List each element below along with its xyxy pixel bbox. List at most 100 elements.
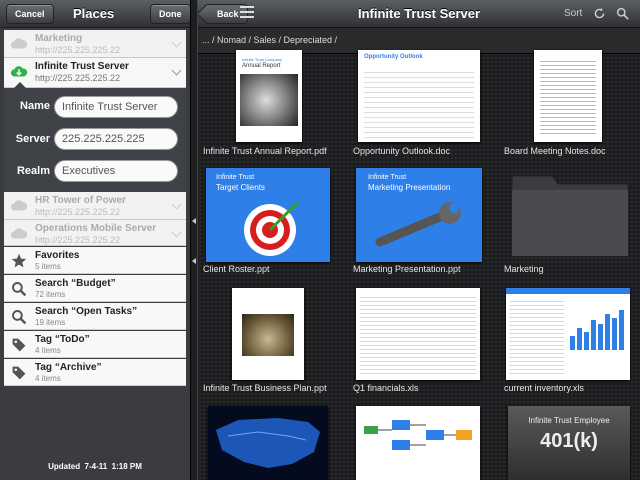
- leather-line2: 401(k): [540, 430, 598, 452]
- places-panel: Cancel Places Done Marketing http://225.…: [0, 0, 190, 480]
- slide-title: Target Clients: [216, 183, 265, 192]
- places-title: Places: [73, 6, 115, 21]
- browser-toolbar: Back Infinite Trust Server Sort: [198, 0, 640, 28]
- app-window: Cancel Places Done Marketing http://225.…: [0, 0, 640, 480]
- sheet-grid: [510, 298, 564, 374]
- file-name[interactable]: Board Meeting Notes.doc: [504, 146, 606, 156]
- menu-icon[interactable]: [240, 6, 254, 20]
- file-name[interactable]: Q1 financials.xls: [353, 383, 419, 393]
- file-name[interactable]: Opportunity Outlook.doc: [353, 146, 450, 156]
- flowchart-image: [364, 420, 472, 450]
- file-thumb-flowchart[interactable]: [356, 406, 480, 480]
- server-address: http://225.225.225.22: [35, 73, 121, 83]
- hands-photo: [240, 74, 298, 126]
- file-thumb-401k[interactable]: Infinite Trust Employee 401(k): [508, 406, 630, 480]
- list-name: Search “Open Tasks”: [35, 306, 138, 317]
- done-button[interactable]: Done: [150, 4, 190, 24]
- collapse-arrow-icon[interactable]: [192, 218, 196, 224]
- folder-icon[interactable]: [508, 166, 632, 260]
- form-pointer: [14, 82, 26, 88]
- panel-divider[interactable]: [190, 0, 198, 480]
- doc-lines: [540, 58, 596, 136]
- file-name[interactable]: Infinite Trust Annual Report.pdf: [203, 146, 327, 156]
- chevron-down-icon: [171, 227, 182, 238]
- server-item-marketing[interactable]: Marketing http://225.225.225.22: [4, 30, 186, 58]
- refresh-icon[interactable]: [593, 7, 606, 20]
- slide-brand: Infinite Trust: [216, 174, 255, 181]
- slide-title: Marketing Presentation: [368, 183, 451, 192]
- search-icon: [12, 310, 27, 325]
- list-count: 5 items: [35, 262, 61, 271]
- list-name: Tag “ToDo”: [35, 334, 90, 345]
- file-thumb-us-map[interactable]: [208, 406, 328, 480]
- doc-title: Opportunity Outlook: [364, 54, 423, 60]
- file-thumb-q1-financials[interactable]: [356, 288, 480, 380]
- doc-title: Annual Report: [242, 63, 281, 69]
- list-name: Tag “Archive”: [35, 362, 102, 373]
- file-name[interactable]: Infinite Trust Business Plan.ppt: [203, 383, 327, 393]
- wrench-icon: [375, 202, 461, 247]
- file-thumb-annual-report[interactable]: Infinite Trust Company Annual Report: [236, 50, 302, 142]
- breadcrumb-path[interactable]: ... / Nomad / Sales / Depreciated /: [202, 35, 337, 45]
- realm-field[interactable]: [54, 160, 178, 182]
- file-name[interactable]: current inventory.xls: [504, 383, 584, 393]
- collapse-arrow-icon[interactable]: [192, 258, 196, 264]
- doc-brand: Infinite Trust Company: [242, 57, 283, 62]
- cancel-button[interactable]: Cancel: [6, 4, 54, 24]
- sort-button[interactable]: Sort: [564, 8, 582, 19]
- updated-date: 7-4-11: [84, 462, 108, 471]
- server-name: Marketing: [35, 33, 83, 44]
- file-thumb-current-inventory[interactable]: [506, 288, 630, 380]
- coins-photo: [242, 314, 294, 356]
- places-toolbar: Cancel Places Done: [0, 0, 190, 28]
- search-icon[interactable]: [616, 7, 629, 20]
- doc-lines: [364, 68, 474, 138]
- server-item-operations[interactable]: Operations Mobile Server http://225.225.…: [4, 220, 186, 246]
- file-thumb-client-roster[interactable]: Infinite Trust Target Clients: [206, 168, 330, 262]
- file-name[interactable]: Client Roster.ppt: [203, 264, 270, 274]
- list-item-favorites[interactable]: Favorites 5 items: [4, 247, 186, 274]
- name-field[interactable]: [54, 96, 178, 118]
- list-item-tag-todo[interactable]: Tag “ToDo” 4 items: [4, 331, 186, 358]
- server-item-infinite-trust[interactable]: Infinite Trust Server http://225.225.225…: [4, 58, 186, 88]
- server-address: http://225.225.225.22: [35, 207, 121, 217]
- file-name[interactable]: Marketing Presentation.ppt: [353, 264, 461, 274]
- chevron-down-icon: [171, 65, 182, 76]
- cloud-download-icon: [10, 66, 28, 77]
- server-edit-form: Name Server Realm: [4, 82, 186, 192]
- slide-brand: Infinite Trust: [368, 174, 407, 181]
- server-label: Server: [15, 133, 50, 145]
- server-item-hr[interactable]: HR Tower of Power http://225.225.225.22: [4, 192, 186, 220]
- tag-icon: [12, 338, 26, 352]
- file-thumb-board-meeting[interactable]: [534, 50, 602, 142]
- file-thumb-business-plan[interactable]: [232, 288, 304, 380]
- updated-status: Updated 7-4-11 1:18 PM: [0, 462, 190, 471]
- server-address: http://225.225.225.22: [35, 235, 121, 245]
- server-address: http://225.225.225.22: [35, 45, 121, 55]
- list-count: 19 items: [35, 318, 66, 327]
- list-item-tag-archive[interactable]: Tag “Archive” 4 items: [4, 359, 186, 386]
- server-name: HR Tower of Power: [35, 195, 126, 206]
- list-item-search-budget[interactable]: Search “Budget” 72 items: [4, 275, 186, 302]
- name-label: Name: [20, 100, 50, 112]
- file-thumb-opportunity-outlook[interactable]: Opportunity Outlook: [358, 50, 480, 142]
- list-name: Favorites: [35, 250, 80, 261]
- star-icon: [11, 253, 27, 268]
- cloud-icon: [10, 228, 28, 239]
- server-name: Infinite Trust Server: [35, 61, 129, 72]
- list-count: 4 items: [35, 374, 61, 383]
- server-field[interactable]: [54, 128, 178, 150]
- search-icon: [12, 282, 27, 297]
- list-name: Search “Budget”: [35, 278, 116, 289]
- cloud-icon: [10, 38, 28, 49]
- file-browser: Back Infinite Trust Server Sort ... / No…: [198, 0, 640, 480]
- chevron-down-icon: [171, 37, 182, 48]
- server-name: Operations Mobile Server: [35, 223, 157, 234]
- list-count: 4 items: [35, 346, 61, 355]
- target-icon: [244, 200, 300, 256]
- list-item-search-open-tasks[interactable]: Search “Open Tasks” 19 items: [4, 303, 186, 330]
- cloud-icon: [10, 200, 28, 211]
- updated-time: 1:18 PM: [111, 462, 142, 471]
- file-name[interactable]: Marketing: [504, 264, 544, 274]
- file-thumb-marketing-presentation[interactable]: Infinite Trust Marketing Presentation: [356, 168, 482, 262]
